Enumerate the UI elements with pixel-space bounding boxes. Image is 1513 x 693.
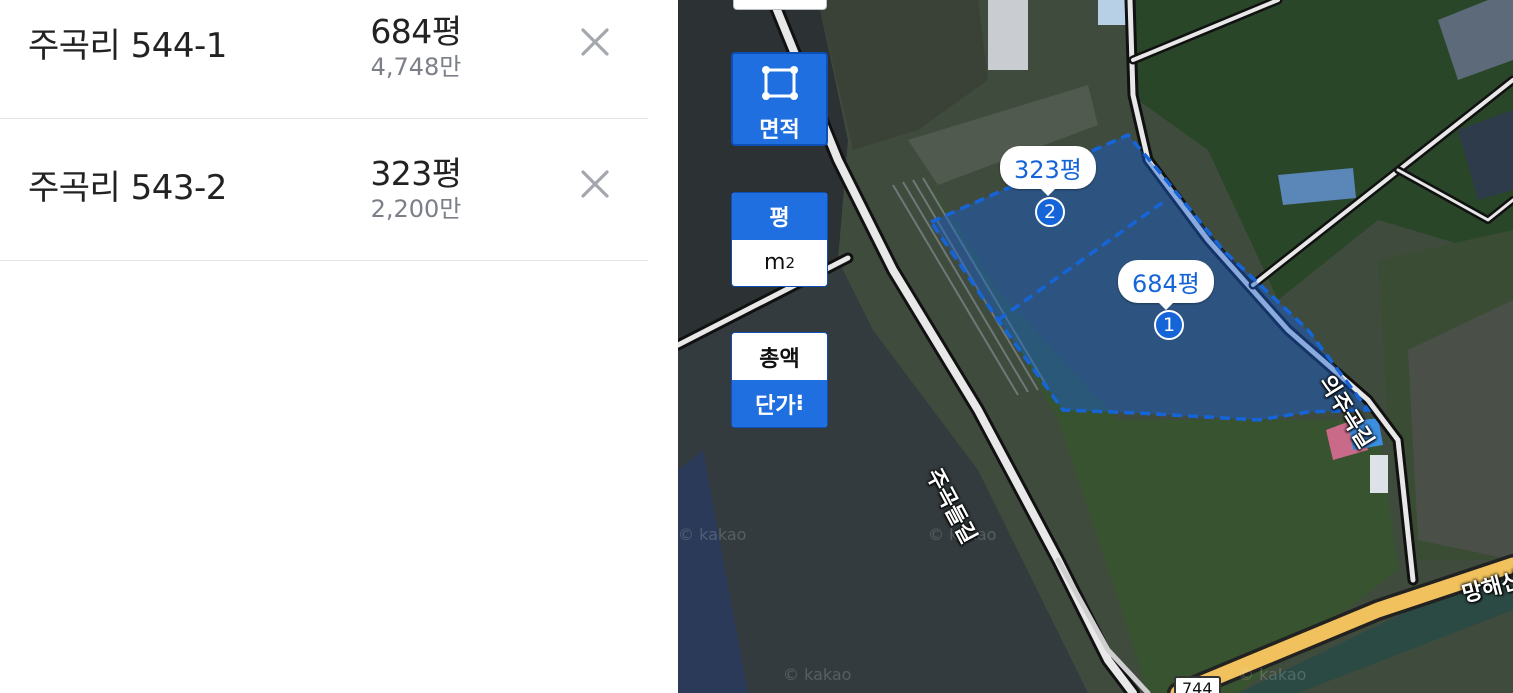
map-tool-button[interactable] (733, 0, 827, 10)
route-number-badge: 744 (1174, 676, 1221, 693)
map-watermark: © kakao (783, 665, 852, 684)
parcel-row[interactable]: 주곡리 543-2 323평 2,200만 (0, 119, 648, 261)
parcel-area: 323평 (370, 154, 462, 193)
parcel-marker[interactable]: 2 (1035, 197, 1065, 227)
map-watermark: © kakao (678, 525, 747, 544)
close-icon (581, 170, 609, 198)
parcel-area: 684평 (370, 12, 462, 51)
remove-parcel-button[interactable] (576, 23, 614, 61)
parcel-price: 2,200만 (370, 195, 462, 223)
remove-parcel-button[interactable] (576, 165, 614, 203)
price-mode-toggle: 총액 단가 ⁝ (731, 332, 828, 428)
area-label-bubble: 323평 (1000, 146, 1096, 196)
area-label-bubble: 684평 (1118, 260, 1214, 310)
mode-unit-price-option[interactable]: 단가 ⁝ (732, 380, 827, 427)
unit-m2-option[interactable]: m2 (732, 239, 827, 286)
area-polygon-icon (762, 66, 798, 100)
parcel-list-panel: 주곡리 544-1 684평 4,748만 주곡리 543-2 323평 2,2… (0, 0, 648, 693)
area-measure-label: 면적 (759, 118, 800, 143)
unit-m2-superscript: 2 (785, 253, 795, 272)
parcel-marker[interactable]: 1 (1154, 310, 1184, 340)
unit-pyeong-option[interactable]: 평 (732, 193, 827, 240)
satellite-map[interactable]: © kakao © kakao © kakao © kakao 323평 2 6… (678, 0, 1513, 693)
map-watermark: © kakao (1238, 665, 1307, 684)
unit-toggle: 평 m2 (731, 192, 828, 287)
parcel-name: 주곡리 543-2 (28, 168, 227, 208)
parcel-row[interactable]: 주곡리 544-1 684평 4,748만 (0, 0, 648, 119)
mode-unit-price-label: 단가 (755, 393, 796, 419)
mode-total-option[interactable]: 총액 (732, 333, 827, 380)
parcel-name: 주곡리 544-1 (28, 26, 227, 66)
area-measure-button[interactable]: 면적 (731, 52, 828, 146)
close-icon (581, 28, 609, 56)
unit-m2-label: m (764, 250, 786, 276)
parcel-price: 4,748만 (370, 53, 462, 81)
more-vertical-icon: ⁝ (795, 391, 804, 416)
